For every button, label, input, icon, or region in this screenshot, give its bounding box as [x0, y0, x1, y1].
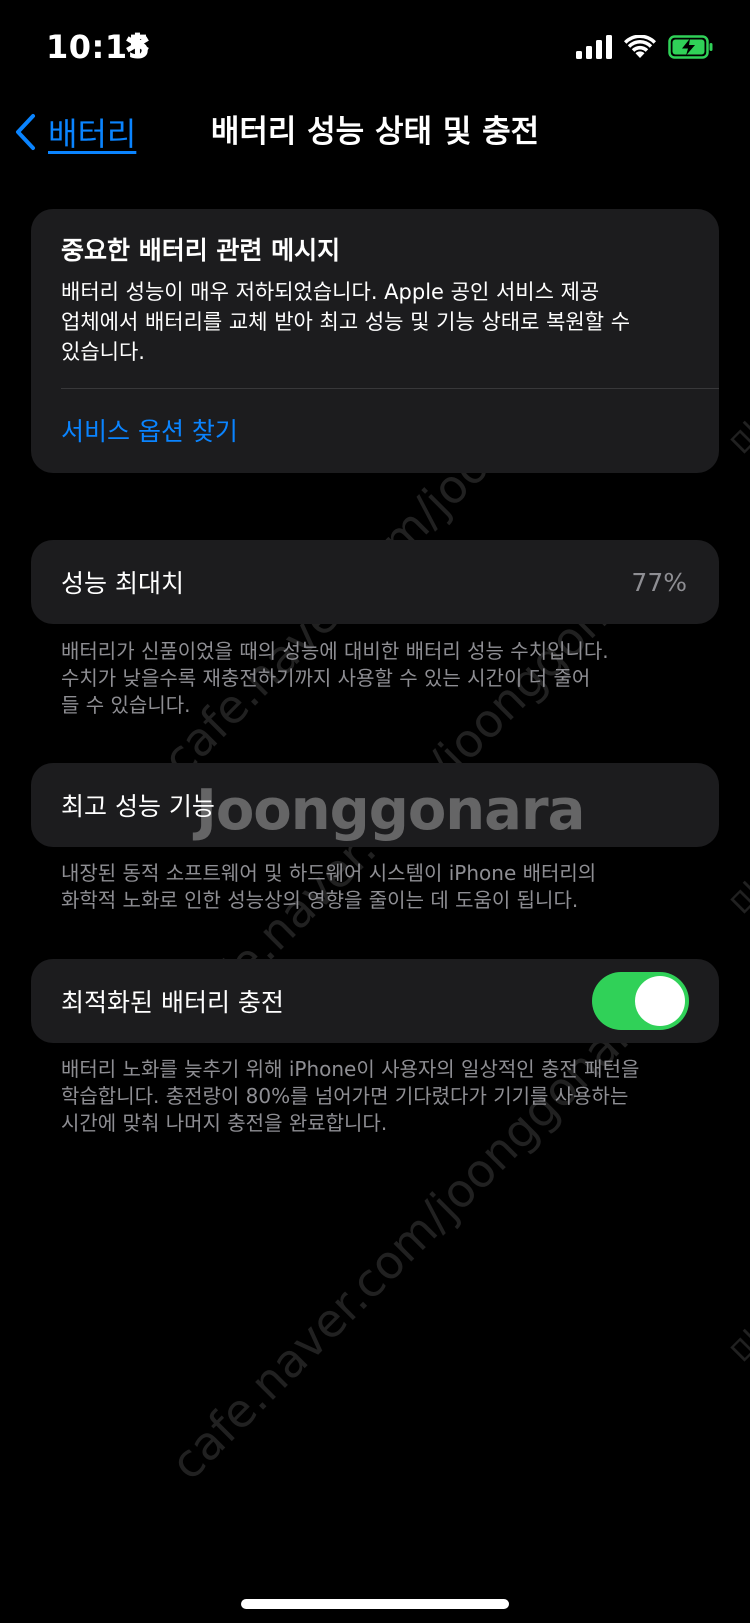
wifi-icon	[624, 35, 656, 58]
footnote-line: 들 수 있습니다.	[61, 693, 191, 717]
battery-charging-icon	[668, 35, 713, 59]
optimized-charging-label: 최적화된 배터리 충전	[61, 988, 284, 1017]
status-activity-icon: ✱	[124, 26, 151, 64]
battery-message-card: 중요한 배터리 관련 메시지 배터리 성능이 매우 저하되었습니다. Apple…	[31, 209, 719, 473]
footnote-line: 수치가 낮을수록 재충전하기까지 사용할 수 있는 시간이 더 줄어	[61, 666, 591, 690]
peak-performance-footnote: 내장된 동적 소프트웨어 및 하드웨어 시스템이 iPhone 배터리의 화학적…	[61, 860, 711, 914]
peak-capacity-row: 성능 최대치 77%	[31, 540, 719, 624]
message-body-line: 있습니다.	[61, 340, 145, 364]
cellular-signal-icon	[576, 35, 612, 59]
status-icons	[576, 30, 714, 64]
watermark-edge-1: 미	[723, 415, 750, 466]
peak-performance-row: 최고 성능 기능	[31, 763, 719, 847]
back-button[interactable]: 배터리	[14, 100, 136, 164]
peak-capacity-value: 77%	[631, 567, 687, 597]
navigation-bar: 배터리 배터리 성능 상태 및 충전	[0, 100, 750, 164]
footnote-line: 시간에 맞춰 나머지 충전을 완료합니다.	[61, 1111, 388, 1135]
message-title: 중요한 배터리 관련 메시지	[61, 236, 341, 265]
footnote-line: 내장된 동적 소프트웨어 및 하드웨어 시스템이 iPhone 배터리의	[61, 861, 597, 885]
chevron-left-icon	[16, 114, 35, 150]
page-title: 배터리 성능 상태 및 충전	[210, 114, 540, 150]
optimized-charging-toggle[interactable]	[592, 972, 689, 1030]
find-service-options-link[interactable]: 서비스 옵션 찾기	[61, 412, 238, 448]
message-body-line: 배터리 성능이 매우 저하되었습니다. Apple 공인 서비스 제공	[61, 280, 600, 304]
peak-performance-label: 최고 성능 기능	[61, 792, 215, 821]
footnote-line: 화학적 노화로 인한 성능상의 영향을 줄이는 데 도움이 됩니다.	[61, 888, 579, 912]
footnote-line: 학습합니다. 충전량이 80%를 넘어가면 기다렸다가 기기를 사용하는	[61, 1084, 629, 1108]
message-body-line: 업체에서 배터리를 교체 받아 최고 성능 및 기능 상태로 복원할 수	[61, 310, 631, 334]
message-body: 배터리 성능이 매우 저하되었습니다. Apple 공인 서비스 제공 업체에서…	[61, 277, 661, 367]
status-bar: 10:15 ✱	[0, 0, 750, 96]
peak-capacity-footnote: 배터리가 신품이었을 때의 성능에 대비한 배터리 성능 수치입니다. 수치가 …	[61, 638, 711, 719]
toggle-knob	[635, 976, 685, 1026]
back-button-label: 배터리	[48, 115, 137, 153]
optimized-charging-row: 최적화된 배터리 충전	[31, 959, 719, 1043]
optimized-charging-footnote: 배터리 노화를 늦추기 위해 iPhone이 사용자의 일상적인 충전 패턴을 …	[61, 1056, 711, 1137]
watermark-edge-3: 미	[723, 1323, 750, 1374]
watermark-edge-2: 미	[723, 875, 750, 926]
footnote-line: 배터리가 신품이었을 때의 성능에 대비한 배터리 성능 수치입니다.	[61, 639, 609, 663]
peak-capacity-label: 성능 최대치	[61, 569, 184, 598]
home-indicator	[241, 1599, 509, 1609]
footnote-line: 배터리 노화를 늦추기 위해 iPhone이 사용자의 일상적인 충전 패턴을	[61, 1057, 640, 1081]
divider	[61, 388, 719, 389]
